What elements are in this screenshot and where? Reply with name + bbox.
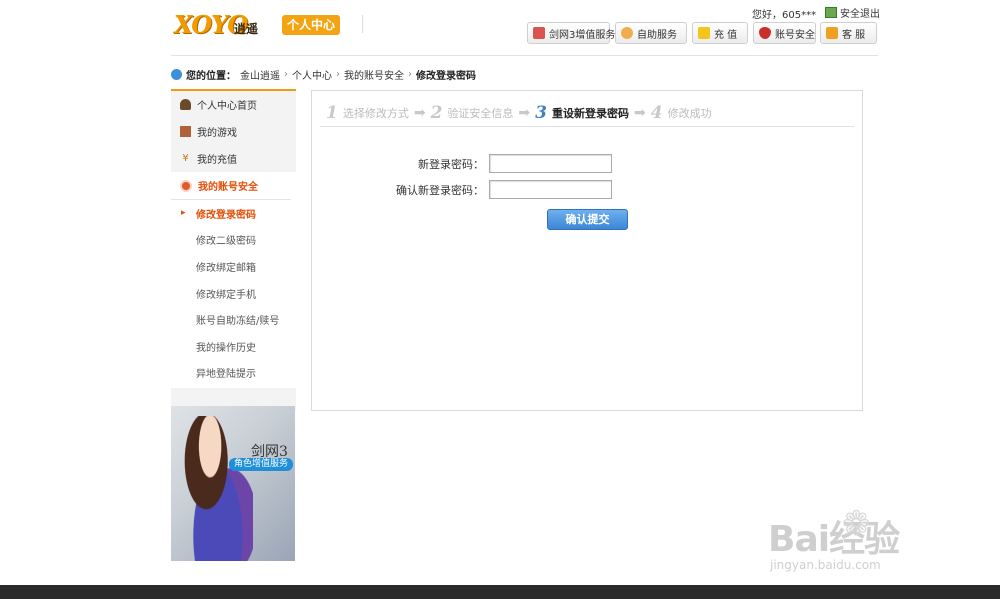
step-1-label: 选择修改方式 — [342, 107, 409, 120]
sidebar-sub-change-email[interactable]: 修改绑定邮箱 — [171, 253, 296, 280]
recharge-label: 充 值 — [714, 29, 738, 41]
shield-icon — [759, 27, 771, 39]
sidebar-section-security[interactable]: 我的账号安全 — [171, 172, 291, 200]
step-arrow-icon: ➡ — [634, 105, 646, 121]
step-arrow-icon: ➡ — [413, 105, 426, 121]
breadcrumb-link-center[interactable]: 个人中心 — [292, 67, 332, 82]
breadcrumb-separator: › — [408, 69, 412, 80]
self-service-button[interactable]: 自助服务 — [615, 22, 687, 44]
confirm-password-input[interactable] — [489, 180, 612, 199]
step-arrow-icon: ➡ — [518, 105, 531, 121]
sidebar-item-label: 我的充值 — [197, 155, 237, 166]
sidebar-sub-change-phone[interactable]: 修改绑定手机 — [171, 280, 296, 307]
location-icon — [171, 69, 182, 80]
sidebar-sub-change-second-password[interactable]: 修改二级密码 — [171, 227, 296, 254]
breadcrumb-separator: › — [284, 69, 288, 80]
new-password-input[interactable] — [489, 154, 612, 173]
sidebar-item-home[interactable]: 个人中心首页 — [171, 91, 296, 118]
confirm-password-row: 确认新登录密码： — [312, 180, 712, 199]
sidebar-item-games[interactable]: 我的游戏 — [171, 118, 296, 145]
yen-icon: ¥ — [182, 153, 189, 164]
paw-icon: ❁ — [842, 504, 871, 544]
sidebar-sub-change-login-password[interactable]: 修改登录密码 — [171, 200, 296, 227]
step-indicator: 1 选择修改方式 ➡ 2 验证安全信息 ➡ 3 重设新登录密码 ➡ 4 修改成功 — [326, 103, 712, 123]
greeting-text: 您好，605*** — [752, 10, 817, 21]
customer-service-button[interactable]: 客 服 — [820, 22, 877, 44]
jx3-service-button[interactable]: 剑网3增值服务 — [527, 22, 615, 44]
user-service-icon — [621, 27, 633, 39]
jx3-service-label: 剑网3增值服务 — [549, 29, 616, 41]
sidebar-item-label: 个人中心首页 — [197, 101, 257, 112]
xoyo-logo[interactable]: XOYO 逍遥 个人中心 — [174, 8, 346, 39]
breadcrumb-current: 修改登录密码 — [416, 71, 476, 82]
banner-tag: 角色增值服务 — [229, 458, 293, 471]
step-4-label: 修改成功 — [667, 107, 712, 120]
handshake-icon — [826, 27, 838, 39]
step-1-number: 1 — [326, 103, 338, 123]
sidebar-sub-history[interactable]: 我的操作历史 — [171, 333, 296, 360]
account-security-button[interactable]: 账号安全 — [753, 22, 816, 44]
logout-label: 安全退出 — [840, 9, 880, 20]
breadcrumb: 您的位置： 金山逍遥 › 个人中心 › 我的账号安全 › 修改登录密码 — [171, 67, 476, 82]
lifebuoy-icon — [180, 179, 192, 192]
account-security-label: 账号安全 — [775, 29, 815, 41]
submit-button[interactable]: 确认提交 — [547, 209, 628, 230]
customer-service-label: 客 服 — [842, 29, 866, 41]
sidebar-top-group: 个人中心首页 我的游戏 ¥ 我的充值 — [171, 89, 296, 172]
confirm-password-label: 确认新登录密码： — [396, 183, 484, 197]
header-rule — [171, 55, 878, 56]
logo-badge: 个人中心 — [282, 15, 340, 35]
sidebar-section-label: 我的账号安全 — [198, 182, 258, 193]
logout-link[interactable]: 安全退出 — [825, 5, 880, 20]
logo-subtitle: 逍遥 — [234, 22, 259, 36]
sidebar-item-recharge[interactable]: ¥ 我的充值 — [171, 145, 296, 172]
self-service-label: 自助服务 — [637, 29, 677, 41]
password-panel: 1 选择修改方式 ➡ 2 验证安全信息 ➡ 3 重设新登录密码 ➡ 4 修改成功… — [311, 90, 863, 411]
footer-bar — [0, 585, 1000, 599]
new-password-label: 新登录密码： — [418, 157, 484, 171]
header-divider — [362, 15, 363, 33]
person-icon — [180, 99, 191, 110]
recharge-button[interactable]: 充 值 — [692, 22, 748, 44]
sidebar-sub-freeze-account[interactable]: 账号自助冻结/赎号 — [171, 306, 296, 333]
sidebar-item-label: 我的游戏 — [197, 128, 237, 139]
new-password-row: 新登录密码： — [312, 154, 712, 173]
logout-icon — [825, 7, 837, 18]
watermark-url: jingyan.baidu.com — [770, 558, 881, 572]
step-3-number: 3 — [535, 103, 547, 123]
character-illustration — [175, 416, 253, 561]
watermark-text: Bai经验 — [768, 519, 900, 560]
baidu-watermark: Bai经验 ❁ jingyan.baidu.com — [768, 498, 958, 578]
breadcrumb-link-home[interactable]: 金山逍遥 — [240, 67, 280, 82]
jx3-icon — [533, 27, 545, 39]
breadcrumb-separator: › — [336, 69, 340, 80]
breadcrumb-label: 您的位置： — [186, 71, 236, 82]
steps-divider — [320, 126, 854, 127]
sidebar-sub-remote-login[interactable]: 异地登陆提示 — [171, 360, 296, 387]
recharge-icon — [698, 27, 710, 39]
breadcrumb-link-security[interactable]: 我的账号安全 — [344, 67, 404, 82]
step-2-label: 验证安全信息 — [447, 107, 514, 120]
step-4-number: 4 — [650, 103, 663, 123]
page: XOYO 逍遥 个人中心 您好，605*** 安全退出 剑网3增值服务 自助服务… — [0, 0, 1000, 599]
game-icon — [180, 126, 191, 137]
step-3-label: 重设新登录密码 — [552, 107, 629, 120]
jx3-promo-banner[interactable]: 剑网3 角色增值服务 — [171, 406, 295, 561]
step-2-number: 2 — [430, 103, 443, 123]
